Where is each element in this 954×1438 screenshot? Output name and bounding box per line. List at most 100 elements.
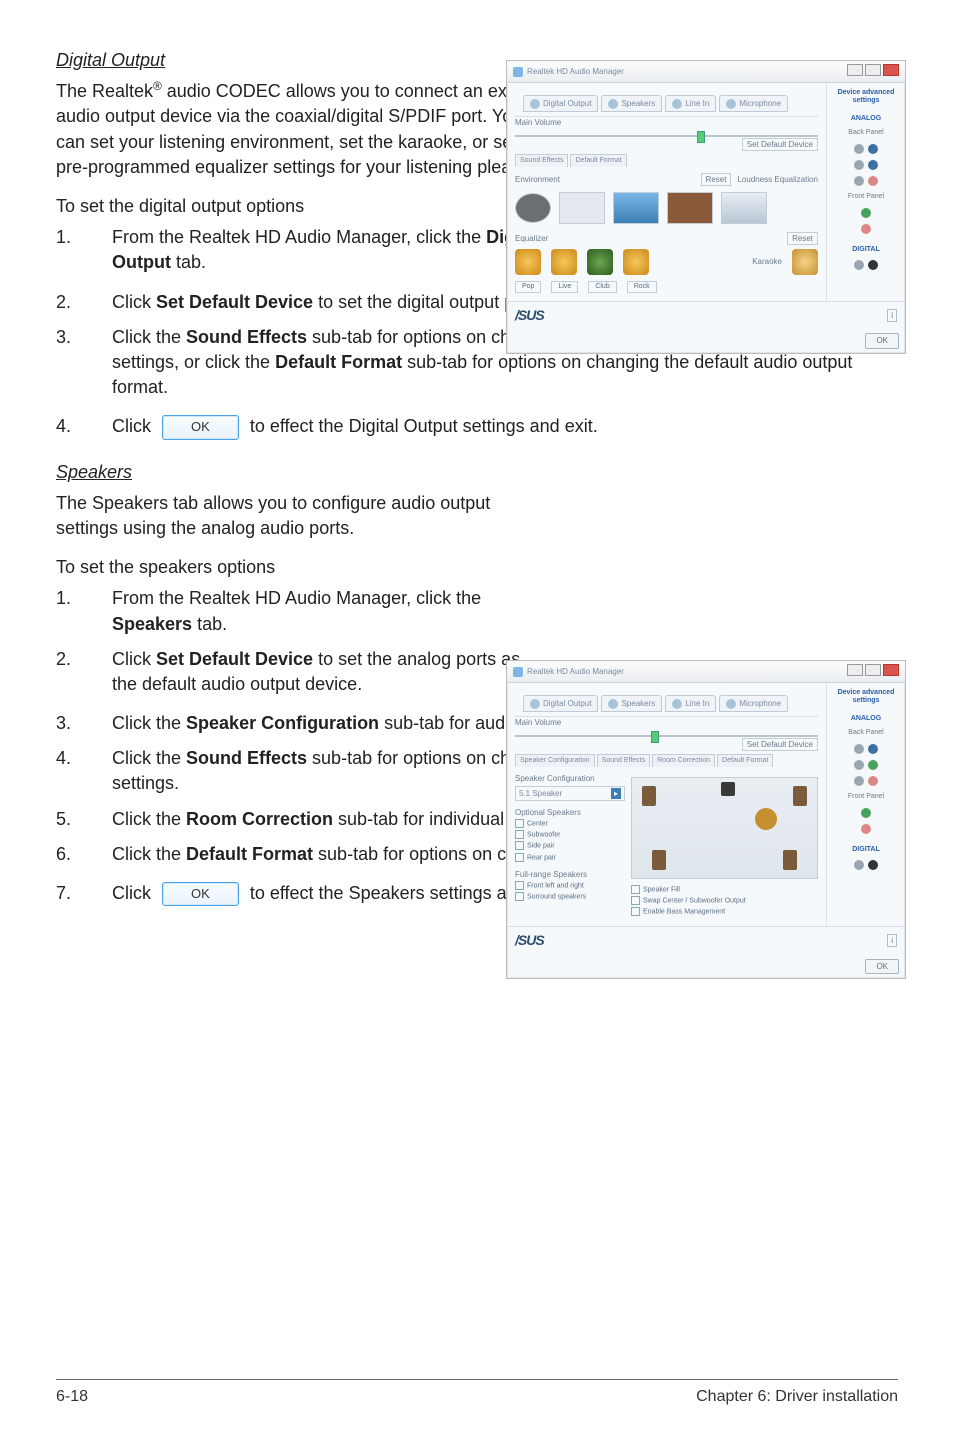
sub-tab[interactable]: Speaker Configuration <box>515 754 595 767</box>
device-tab[interactable]: Line In <box>665 95 716 112</box>
device-tab[interactable]: Microphone <box>719 695 788 712</box>
digital-output-step-ok: 4. Click OK to effect the Digital Output… <box>56 414 898 439</box>
device-tab[interactable]: Digital Output <box>523 695 598 712</box>
main-volume-label: Main Volume <box>515 117 818 128</box>
device-tab[interactable]: Microphone <box>719 95 788 112</box>
eq-preset-button[interactable]: Pop <box>515 281 541 293</box>
checkbox-item[interactable]: Surround speakers <box>515 892 625 902</box>
tab-icon <box>726 99 736 109</box>
env-preset[interactable] <box>559 192 605 224</box>
env-preset[interactable] <box>613 192 659 224</box>
jack-port[interactable] <box>861 224 871 234</box>
jack-port[interactable] <box>854 744 864 754</box>
step-number: 4. <box>56 746 112 796</box>
sub-tab[interactable]: Sound Effects <box>515 154 568 167</box>
eq-preset-button[interactable]: Club <box>588 281 616 293</box>
tab-icon <box>530 699 540 709</box>
device-tab[interactable]: Speakers <box>601 695 662 712</box>
device-tab[interactable]: Line In <box>665 695 716 712</box>
set-default-device-button[interactable]: Set Default Device <box>742 738 818 751</box>
eq-preset-icon[interactable] <box>515 249 541 275</box>
sub-tab[interactable]: Default Format <box>717 754 773 767</box>
step-number: 1. <box>56 586 112 636</box>
step-number: 3. <box>56 711 112 736</box>
jack-port[interactable] <box>854 176 864 186</box>
optional-speakers-list: CenterSubwooferSide pair Rear pair <box>515 819 625 863</box>
karaoke-icon[interactable] <box>792 249 818 275</box>
jack-port[interactable] <box>854 860 864 870</box>
step-number: 6. <box>56 842 112 867</box>
fullrange-list: Front left and rightSurround speakers <box>515 881 625 902</box>
eq-preset-button[interactable]: Rock <box>627 281 657 293</box>
main-volume-slider[interactable] <box>515 735 818 737</box>
checkbox-item[interactable]: Front left and right <box>515 881 625 891</box>
ok-button[interactable]: OK <box>162 415 239 439</box>
window-controls[interactable] <box>845 64 899 79</box>
speaker-config-select[interactable]: 5.1 Speaker▸ <box>515 786 625 801</box>
jack-port[interactable] <box>861 824 871 834</box>
jack-port[interactable] <box>854 760 864 770</box>
jack-port[interactable] <box>868 760 878 770</box>
step-text: From the Realtek HD Audio Manager, click… <box>112 225 542 275</box>
eq-preset-icon[interactable] <box>551 249 577 275</box>
checkbox-item[interactable]: Swap Center / Subwoofer Output <box>631 896 818 906</box>
checkbox-item[interactable]: Subwoofer <box>515 830 625 840</box>
jack-port[interactable] <box>868 860 878 870</box>
device-advanced-link[interactable]: Device advanced settings <box>831 689 901 704</box>
eq-preset-icon[interactable] <box>587 249 613 275</box>
sub-tab[interactable]: Room Correction <box>652 754 715 767</box>
jack-port[interactable] <box>854 160 864 170</box>
speakers-screenshot: Realtek HD Audio Manager Digital OutputS… <box>506 660 906 979</box>
eq-preset-button[interactable]: Live <box>551 281 578 293</box>
env-preset[interactable] <box>667 192 713 224</box>
main-volume-slider[interactable] <box>515 135 818 137</box>
step-ok-prefix: Click <box>112 883 151 903</box>
checkbox-item[interactable]: Center <box>515 819 625 829</box>
device-advanced-link[interactable]: Device advanced settings <box>831 89 901 104</box>
step-number: 2. <box>56 647 112 697</box>
step-ok-prefix: Click <box>112 416 151 436</box>
device-tabs[interactable]: Digital OutputSpeakersLine InMicrophone <box>515 89 818 117</box>
jack-port[interactable] <box>861 208 871 218</box>
env-preset[interactable] <box>515 193 551 223</box>
jack-port[interactable] <box>868 776 878 786</box>
jack-port[interactable] <box>861 808 871 818</box>
reset-button[interactable]: Reset <box>787 232 818 245</box>
device-tabs[interactable]: Digital OutputSpeakersLine InMicrophone <box>515 689 818 717</box>
back-panel-label: Back Panel <box>848 128 883 138</box>
checkbox-item[interactable]: Enable Bass Management <box>631 907 818 917</box>
device-tab[interactable]: Digital Output <box>523 95 598 112</box>
info-icon[interactable]: i <box>887 309 897 322</box>
checkbox-item[interactable]: Speaker Fill <box>631 885 818 895</box>
digital-header: DIGITAL <box>852 846 879 854</box>
jack-port[interactable] <box>868 144 878 154</box>
analog-header: ANALOG <box>851 115 881 123</box>
jack-port[interactable] <box>854 144 864 154</box>
reset-button[interactable]: Reset <box>701 173 732 186</box>
page-footer: 6-18 Chapter 6: Driver installation <box>56 1379 898 1408</box>
fullrange-header: Full-range Speakers <box>515 869 625 880</box>
digital-output-intro: The Realtek® audio CODEC allows you to c… <box>56 79 556 180</box>
info-icon[interactable]: i <box>887 934 897 947</box>
ok-button[interactable]: OK <box>865 333 899 348</box>
ok-button[interactable]: OK <box>865 959 899 974</box>
env-preset[interactable] <box>721 192 767 224</box>
jack-port[interactable] <box>868 260 878 270</box>
sub-tab[interactable]: Sound Effects <box>597 754 650 767</box>
jack-port[interactable] <box>868 160 878 170</box>
jack-port[interactable] <box>868 744 878 754</box>
checkbox-item[interactable]: Rear pair <box>515 853 625 863</box>
digital-sub-tabs[interactable]: Sound EffectsDefault Format <box>515 154 818 167</box>
sub-tab[interactable]: Default Format <box>570 154 626 167</box>
window-controls[interactable] <box>845 664 899 679</box>
set-default-device-button[interactable]: Set Default Device <box>742 138 818 151</box>
speaker-layout-canvas[interactable] <box>631 777 818 879</box>
jack-port[interactable] <box>854 260 864 270</box>
jack-port[interactable] <box>868 176 878 186</box>
ok-button[interactable]: OK <box>162 882 239 906</box>
checkbox-item[interactable]: Side pair <box>515 841 625 851</box>
jack-port[interactable] <box>854 776 864 786</box>
speakers-sub-tabs[interactable]: Speaker ConfigurationSound EffectsRoom C… <box>515 754 818 767</box>
eq-preset-icon[interactable] <box>623 249 649 275</box>
device-tab[interactable]: Speakers <box>601 95 662 112</box>
